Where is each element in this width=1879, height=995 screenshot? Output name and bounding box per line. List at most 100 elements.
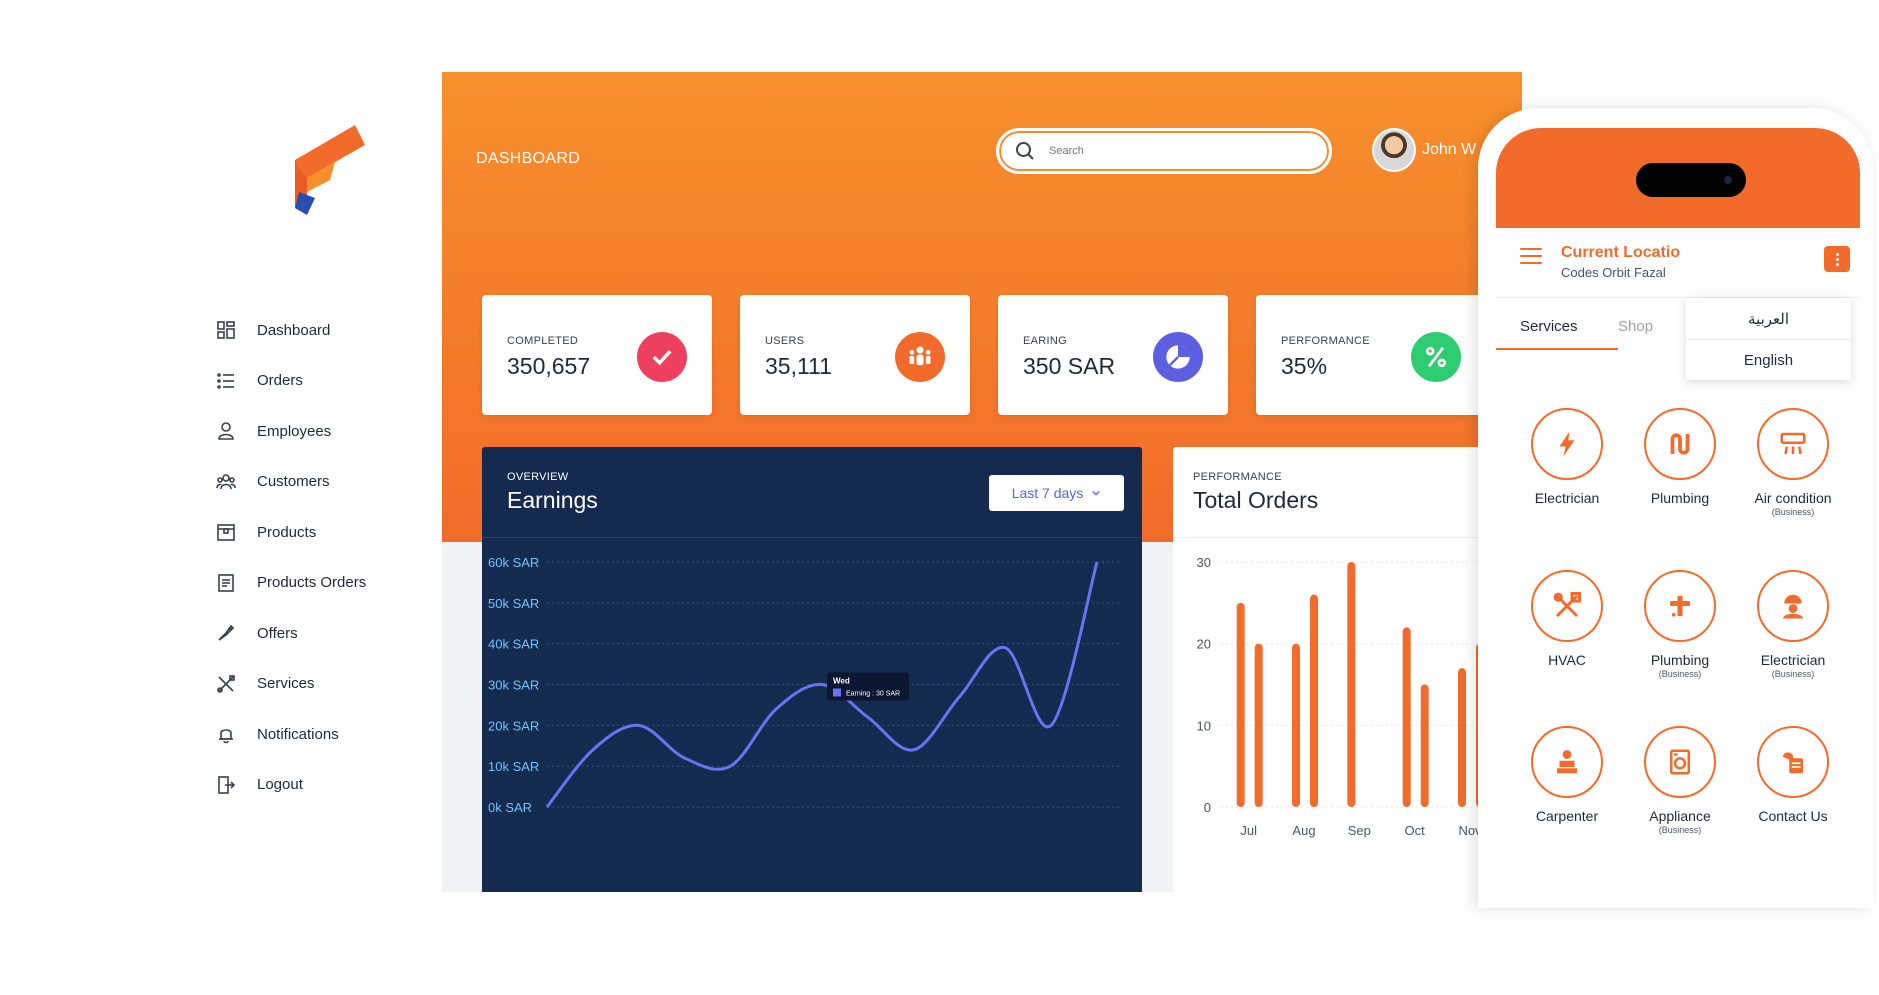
check-icon bbox=[637, 332, 687, 382]
clipboard-icon bbox=[215, 572, 237, 594]
sidebar-item-logout[interactable]: Logout bbox=[215, 760, 435, 811]
sidebar-item-label: Customers bbox=[257, 473, 330, 491]
sidebar-item-employees[interactable]: Employees bbox=[215, 406, 435, 457]
service-name: Air condition bbox=[1754, 490, 1832, 506]
status-bar bbox=[1496, 128, 1860, 228]
brand-logo bbox=[285, 120, 375, 220]
bar bbox=[1236, 602, 1245, 807]
stat-card-users: USERS 35,111 bbox=[740, 295, 970, 415]
sidebar-item-dashboard[interactable]: Dashboard bbox=[215, 305, 435, 356]
stat-value: 35% bbox=[1281, 353, 1328, 379]
customers-icon bbox=[215, 471, 237, 493]
sidebar-item-products[interactable]: Products bbox=[215, 507, 435, 558]
y-tick-label: 30k SAR bbox=[488, 678, 539, 693]
sidebar-item-notifications[interactable]: Notifications bbox=[215, 709, 435, 760]
orders-overline: PERFORMANCE bbox=[1193, 471, 1282, 483]
stat-label: COMPLETED bbox=[507, 335, 579, 347]
service-electrician-business[interactable]: Electrician (Business) bbox=[1738, 570, 1848, 679]
service-appliance[interactable]: Appliance (Business) bbox=[1625, 726, 1735, 835]
avatar[interactable] bbox=[1372, 128, 1416, 172]
bar bbox=[1310, 594, 1318, 807]
sidebar-item-label: Products Orders bbox=[257, 574, 367, 592]
dashboard-panel: DASHBOARD John W COMPLETED 350,657 USERS… bbox=[442, 72, 1522, 892]
x-tick-label: Sep bbox=[1348, 823, 1371, 838]
stat-label: EARING bbox=[1023, 335, 1067, 347]
y-tick-label: 40k SAR bbox=[488, 637, 539, 652]
sidebar-nav: Dashboard Orders Employees Customers Pro… bbox=[215, 305, 435, 810]
service-contact-us[interactable]: Contact Us bbox=[1738, 726, 1848, 824]
sidebar-item-offers[interactable]: Offers bbox=[215, 608, 435, 659]
y-tick-label: 0k SAR bbox=[488, 800, 532, 815]
sidebar-item-label: Offers bbox=[257, 624, 298, 642]
sidebar-item-label: Orders bbox=[257, 372, 303, 390]
stat-value: 350,657 bbox=[507, 353, 591, 379]
service-hvac[interactable]: HVAC bbox=[1512, 570, 1622, 668]
y-tick-label: 10k SAR bbox=[488, 759, 539, 774]
service-name: Carpenter bbox=[1535, 808, 1599, 824]
x-tick-label: Jul bbox=[1240, 823, 1257, 838]
y-tick-label: 10 bbox=[1197, 718, 1211, 733]
y-tick-label: 20k SAR bbox=[488, 718, 539, 733]
service-air-condition[interactable]: Air condition (Business) bbox=[1738, 408, 1848, 517]
language-menu: العربية English bbox=[1686, 298, 1851, 380]
y-tick-label: 60k SAR bbox=[488, 555, 539, 570]
language-option-english[interactable]: English bbox=[1686, 339, 1851, 380]
sidebar-item-customers[interactable]: Customers bbox=[215, 457, 435, 508]
tab-services[interactable]: Services bbox=[1520, 318, 1578, 335]
sidebar-item-label: Services bbox=[257, 675, 315, 693]
active-tab-indicator bbox=[1496, 348, 1618, 350]
sidebar-item-orders[interactable]: Orders bbox=[215, 356, 435, 407]
service-carpenter[interactable]: Carpenter bbox=[1512, 726, 1622, 824]
bar bbox=[1347, 562, 1356, 807]
search-input[interactable] bbox=[1049, 145, 1289, 157]
sidebar-item-label: Products bbox=[257, 523, 317, 541]
location-subtitle: Codes Orbit Fazal bbox=[1561, 265, 1666, 280]
tooltip-day: Wed bbox=[833, 677, 850, 686]
service-plumbing[interactable]: Plumbing bbox=[1625, 408, 1735, 506]
service-name: HVAC bbox=[1548, 652, 1586, 668]
more-options-icon[interactable] bbox=[1824, 246, 1850, 272]
x-tick-label: Aug bbox=[1292, 823, 1315, 838]
y-tick-label: 30 bbox=[1197, 555, 1211, 570]
tooltip-value: Earning : 30 SAR bbox=[846, 691, 900, 698]
app-header: Current Location Codes Orbit Fazal bbox=[1496, 228, 1860, 298]
sidebar-item-products-orders[interactable]: Products Orders bbox=[215, 558, 435, 609]
location-title[interactable]: Current Location bbox=[1561, 244, 1681, 262]
stat-value: 35,111 bbox=[765, 353, 832, 379]
earnings-series-line bbox=[545, 561, 1099, 808]
service-tag: (Business) bbox=[1771, 507, 1815, 517]
user-menu[interactable]: John W bbox=[1372, 128, 1476, 172]
service-name: Plumbing bbox=[1650, 652, 1710, 668]
stat-card-performance: PERFORMANCE 35% bbox=[1256, 295, 1486, 415]
mobile-app-mockup: Current Location Codes Orbit Fazal العرب… bbox=[1478, 108, 1873, 908]
sidebar-item-label: Dashboard bbox=[257, 321, 331, 339]
service-name: Appliance bbox=[1649, 808, 1711, 824]
bar bbox=[1402, 627, 1411, 807]
worker-icon bbox=[1757, 570, 1829, 642]
tab-shop[interactable]: Shop bbox=[1618, 318, 1678, 335]
percent-icon bbox=[1411, 332, 1461, 382]
language-option-arabic[interactable]: العربية bbox=[1686, 298, 1851, 339]
bolt-icon bbox=[1531, 408, 1603, 480]
sidebar-item-services[interactable]: Services bbox=[215, 659, 435, 710]
date-range-dropdown[interactable]: Last 7 days bbox=[989, 475, 1124, 511]
page-title: DASHBOARD bbox=[476, 150, 581, 167]
stat-label: USERS bbox=[765, 335, 805, 347]
menu-icon[interactable] bbox=[1520, 248, 1542, 266]
stat-label: PERFORMANCE bbox=[1281, 335, 1370, 347]
x-tick-label: Oct bbox=[1405, 823, 1426, 838]
chevron-down-icon bbox=[1092, 490, 1101, 496]
carpenter-icon bbox=[1531, 726, 1603, 798]
service-name: Electrician bbox=[1534, 490, 1600, 506]
service-plumbing-business[interactable]: Plumbing (Business) bbox=[1625, 570, 1735, 679]
user-name: John W bbox=[1422, 141, 1477, 158]
bar bbox=[1458, 668, 1466, 807]
bell-icon bbox=[215, 723, 237, 745]
sidebar-item-label: Notifications bbox=[257, 725, 339, 743]
stat-card-completed: COMPLETED 350,657 bbox=[482, 295, 712, 415]
search-bar[interactable] bbox=[996, 128, 1332, 174]
camera-icon bbox=[1724, 176, 1732, 184]
washer-icon bbox=[1644, 726, 1716, 798]
logout-icon bbox=[215, 774, 237, 796]
service-electrician[interactable]: Electrician bbox=[1512, 408, 1622, 506]
